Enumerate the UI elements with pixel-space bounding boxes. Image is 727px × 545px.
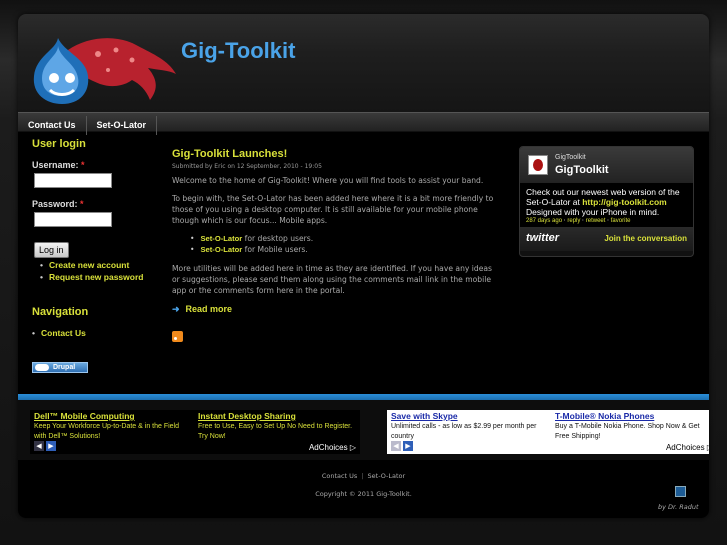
adchoices-link[interactable]: AdChoices ▷ <box>309 443 356 452</box>
ad-block-right: Save with Skype Unlimited calls - as low… <box>387 410 709 454</box>
tweet-reply-link[interactable]: reply <box>567 218 580 224</box>
ad-next-button[interactable]: ▶ <box>46 441 56 451</box>
password-input[interactable] <box>34 212 112 227</box>
username-input[interactable] <box>34 173 112 188</box>
set-o-lator-desktop-link[interactable]: Set-O-Lator <box>200 234 242 243</box>
validator-badge-icon[interactable] <box>675 486 686 497</box>
list-item: Set-O-Lator for Mobile users. <box>190 244 498 255</box>
article-paragraph-2: To begin with, the Set-O-Lator has been … <box>172 194 494 225</box>
ad-block-left: Dell™ Mobile Computing Keep Your Workfor… <box>30 410 360 454</box>
article-paragraph-1: Welcome to the home of Gig-Toolkit! Wher… <box>172 176 484 185</box>
tweet-text-end: Designed with your iPhone in mind. <box>526 207 660 217</box>
left-sidebar: User login Username: * Password: * Log i… <box>32 138 162 373</box>
arrow-right-icon: ➜ <box>172 304 180 314</box>
ad-title[interactable]: Save with Skype <box>391 411 549 421</box>
site-name[interactable]: Gig-Toolkit <box>181 38 295 64</box>
password-label: Password: * <box>32 199 162 209</box>
footer-separator: | <box>361 472 364 480</box>
footer-nav: Contact Us | Set-O-Lator <box>18 472 709 480</box>
ad-unit[interactable]: Instant Desktop Sharing Free to Use, Eas… <box>198 410 356 441</box>
ad-text: Buy a T-Mobile Nokia Phone. Shop Now & G… <box>555 423 700 440</box>
twitter-avatar[interactable] <box>528 155 548 175</box>
drupal-badge[interactable]: Drupal <box>32 362 88 373</box>
twitter-handle[interactable]: GigToolkit <box>555 154 586 161</box>
tweet-favorite-link[interactable]: favorite <box>611 218 631 224</box>
username-label: Username: * <box>32 160 162 170</box>
twitter-widget: GigToolkit GigToolkit Check out our newe… <box>519 146 694 257</box>
join-conversation-link[interactable]: Join the conversation <box>604 234 687 243</box>
ad-arrows: ◀ ▶ <box>391 433 415 452</box>
main-content: Gig-Toolkit Launches! Submitted by Eric … <box>172 148 498 342</box>
primary-nav: Contact Us Set-O-Lator <box>18 112 709 135</box>
article-title[interactable]: Gig-Toolkit Launches! <box>172 148 498 160</box>
login-links: Create new account Request new password <box>40 260 162 282</box>
tweet-age[interactable]: 287 days ago <box>526 218 562 224</box>
twitter-logo[interactable]: twitter <box>526 232 559 244</box>
page: Gig-Toolkit Contact Us Set-O-Lator User l… <box>18 14 709 518</box>
rss-feed-icon[interactable] <box>172 331 183 342</box>
list-item-text: for desktop users. <box>242 234 314 243</box>
create-account-link[interactable]: Create new account <box>40 260 162 270</box>
ad-title[interactable]: Dell™ Mobile Computing <box>34 411 192 421</box>
twitter-name[interactable]: GigToolkit <box>555 164 609 176</box>
article-submitted: Submitted by Eric on 12 September, 2010 … <box>172 163 322 170</box>
ad-text: Free to Use, Easy to Set Up No Need to R… <box>198 423 353 440</box>
ad-unit[interactable]: T-Mobile® Nokia Phones Buy a T-Mobile No… <box>555 410 709 441</box>
username-label-text: Username: <box>32 160 79 170</box>
article-list: Set-O-Lator for desktop users. Set-O-Lat… <box>190 233 498 255</box>
ad-title[interactable]: T-Mobile® Nokia Phones <box>555 411 709 421</box>
tweet-text: Check out our newest web version of the … <box>526 187 687 217</box>
site-logo[interactable] <box>28 30 178 106</box>
copyright: Copyright © 2011 Gig-Toolkit. <box>315 490 412 498</box>
ad-prev-button[interactable]: ◀ <box>34 441 44 451</box>
nav-item-contact-us[interactable]: Contact Us <box>18 116 87 135</box>
adchoices-link[interactable]: AdChoices ▷ <box>666 443 709 452</box>
read-more-label: Read more <box>185 304 233 314</box>
set-o-lator-mobile-link[interactable]: Set-O-Lator <box>200 245 242 254</box>
tweet: Check out our newest web version of the … <box>520 183 693 227</box>
user-login-title: User login <box>32 138 86 150</box>
user-login-block: User login Username: * Password: * Log i… <box>32 138 162 282</box>
header: Gig-Toolkit <box>18 14 709 112</box>
tweet-link[interactable]: http://gig-toolkit.com <box>582 197 667 207</box>
ad-prev-button[interactable]: ◀ <box>391 441 401 451</box>
footer-link-contact-us[interactable]: Contact Us <box>322 472 358 480</box>
required-mark: * <box>80 199 84 209</box>
tweet-meta: 287 days ago · reply · retweet · favorit… <box>526 218 687 224</box>
list-item-text: for Mobile users. <box>242 245 308 254</box>
article-paragraph-3: More utilities will be added here in tim… <box>172 264 492 295</box>
required-mark: * <box>81 160 85 170</box>
ad-area: Dell™ Mobile Computing Keep Your Workfor… <box>18 400 709 460</box>
ad-title[interactable]: Instant Desktop Sharing <box>198 411 356 421</box>
twitter-footer: twitter Join the conversation <box>520 227 693 251</box>
read-more-link[interactable]: ➜ Read more <box>172 304 498 315</box>
nav-item-set-o-lator[interactable]: Set-O-Lator <box>87 116 158 135</box>
list-item: Set-O-Lator for desktop users. <box>190 233 498 244</box>
theme-credit[interactable]: by Dr. Radut <box>658 503 699 511</box>
ad-arrows: ◀ ▶ <box>34 433 58 452</box>
footer-link-set-o-lator[interactable]: Set-O-Lator <box>368 472 406 480</box>
navigation-links: Contact Us <box>32 328 162 338</box>
tweet-retweet-link[interactable]: retweet <box>586 218 606 224</box>
password-label-text: Password: <box>32 199 78 209</box>
request-password-link[interactable]: Request new password <box>40 272 162 282</box>
navigation-item-contact-us[interactable]: Contact Us <box>32 328 162 338</box>
navigation-block: Navigation Contact Us <box>32 306 162 338</box>
login-button[interactable]: Log in <box>34 242 69 258</box>
navigation-title: Navigation <box>32 306 89 318</box>
ad-next-button[interactable]: ▶ <box>403 441 413 451</box>
twitter-header: GigToolkit GigToolkit <box>520 147 693 183</box>
